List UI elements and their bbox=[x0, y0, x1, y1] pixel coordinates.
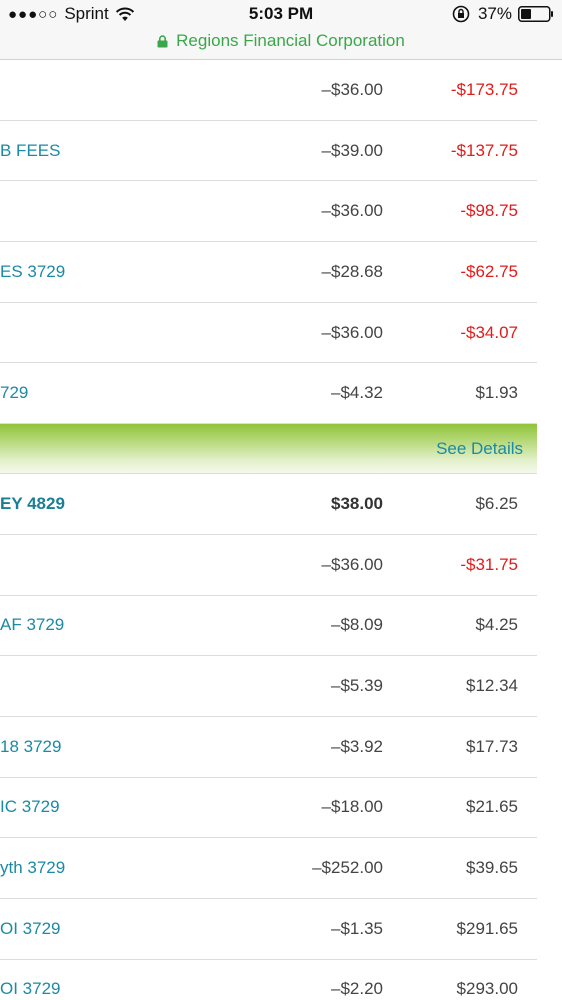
running-balance: $17.73 bbox=[466, 736, 518, 756]
transaction-amount: –$5.39 bbox=[331, 676, 383, 696]
see-details-banner[interactable]: See Details bbox=[0, 424, 537, 475]
transaction-description[interactable]: IC 3729 bbox=[0, 778, 60, 838]
running-balance: -$31.75 bbox=[460, 554, 518, 574]
transaction-description[interactable]: 729 bbox=[0, 363, 28, 423]
lock-icon bbox=[157, 34, 168, 47]
transaction-row[interactable]: OI 3729 –$2.20 $293.00 bbox=[0, 960, 537, 1000]
transaction-amount: –$252.00 bbox=[312, 858, 383, 878]
transaction-description[interactable]: ES 3729 bbox=[0, 242, 65, 302]
running-balance: -$62.75 bbox=[460, 261, 518, 281]
transaction-row[interactable]: IC 3729 –$18.00 $21.65 bbox=[0, 778, 537, 839]
running-balance: $293.00 bbox=[456, 979, 518, 999]
running-balance: $21.65 bbox=[466, 797, 518, 817]
transaction-row[interactable]: 18 3729 –$3.92 $17.73 bbox=[0, 717, 537, 778]
transaction-description[interactable]: EY 4829 bbox=[0, 474, 65, 534]
transaction-row[interactable]: –$36.00 -$31.75 bbox=[0, 535, 537, 596]
running-balance: -$34.07 bbox=[460, 322, 518, 342]
transaction-row[interactable]: –$36.00 -$34.07 bbox=[0, 303, 537, 364]
transaction-row[interactable]: ES 3729 –$28.68 -$62.75 bbox=[0, 242, 537, 303]
transaction-row[interactable]: –$36.00 -$98.75 bbox=[0, 181, 537, 243]
transaction-amount: –$36.00 bbox=[321, 201, 383, 221]
transaction-amount: –$36.00 bbox=[321, 554, 383, 574]
see-details-link[interactable]: See Details bbox=[436, 424, 523, 473]
transaction-amount: –$39.00 bbox=[321, 140, 383, 160]
transaction-description[interactable]: OI 3729 bbox=[0, 960, 61, 1000]
transaction-amount: –$2.20 bbox=[331, 979, 383, 999]
transaction-amount: –$4.32 bbox=[331, 383, 383, 403]
transaction-description[interactable]: AF 3729 bbox=[0, 596, 64, 656]
transaction-amount: –$8.09 bbox=[331, 615, 383, 635]
running-balance: $291.65 bbox=[456, 918, 518, 938]
transaction-amount: –$3.92 bbox=[331, 736, 383, 756]
transaction-amount: $38.00 bbox=[331, 493, 383, 513]
transaction-row[interactable]: B FEES –$39.00 -$137.75 bbox=[0, 121, 537, 182]
rotation-lock-icon bbox=[452, 5, 470, 23]
transaction-amount: –$36.00 bbox=[321, 79, 383, 99]
transaction-row[interactable]: yth 3729 –$252.00 $39.65 bbox=[0, 838, 537, 899]
running-balance: $12.34 bbox=[466, 676, 518, 696]
running-balance: -$98.75 bbox=[460, 201, 518, 221]
transaction-description[interactable]: B FEES bbox=[0, 121, 60, 181]
transaction-row[interactable]: 729 –$4.32 $1.93 bbox=[0, 363, 537, 425]
transaction-amount: –$18.00 bbox=[321, 797, 383, 817]
running-balance: $6.25 bbox=[475, 493, 518, 513]
running-balance: $4.25 bbox=[475, 615, 518, 635]
transaction-row[interactable]: AF 3729 –$8.09 $4.25 bbox=[0, 596, 537, 657]
transaction-list: –$36.00 -$173.75 B FEES –$39.00 -$137.75 –$36… bbox=[0, 60, 537, 1000]
domain-name: Regions Financial Corporation bbox=[176, 31, 405, 50]
running-balance: -$137.75 bbox=[450, 140, 518, 160]
transaction-description[interactable]: 18 3729 bbox=[0, 717, 61, 777]
transaction-row[interactable]: OI 3729 –$1.35 $291.65 bbox=[0, 899, 537, 960]
running-balance: -$173.75 bbox=[450, 79, 518, 99]
transaction-group-after: EY 4829 $38.00 $6.25 –$36.00 -$31.75 AF 3729–… bbox=[0, 474, 537, 1000]
status-bar: ●●●○○ Sprint 5:03 PM 37% Regions Financi… bbox=[0, 0, 562, 60]
transaction-row[interactable]: –$36.00 -$173.75 bbox=[0, 60, 537, 121]
running-balance: $1.93 bbox=[475, 383, 518, 403]
transaction-group-before: –$36.00 -$173.75 B FEES –$39.00 -$137.75 –$36… bbox=[0, 60, 537, 425]
battery-percent: 37% bbox=[477, 4, 512, 23]
transaction-description[interactable]: yth 3729 bbox=[0, 838, 65, 898]
running-balance: $39.65 bbox=[466, 858, 518, 878]
transaction-row[interactable]: EY 4829 $38.00 $6.25 bbox=[0, 474, 537, 535]
secure-domain-label: Regions Financial Corporation bbox=[0, 31, 562, 51]
transaction-amount: –$28.68 bbox=[321, 261, 383, 281]
status-right: 37% bbox=[452, 4, 554, 24]
battery-icon bbox=[518, 6, 553, 22]
transaction-description[interactable]: OI 3729 bbox=[0, 899, 61, 959]
transaction-amount: –$1.35 bbox=[331, 918, 383, 938]
transaction-amount: –$36.00 bbox=[321, 322, 383, 342]
transaction-row[interactable]: –$5.39 $12.34 bbox=[0, 656, 537, 717]
